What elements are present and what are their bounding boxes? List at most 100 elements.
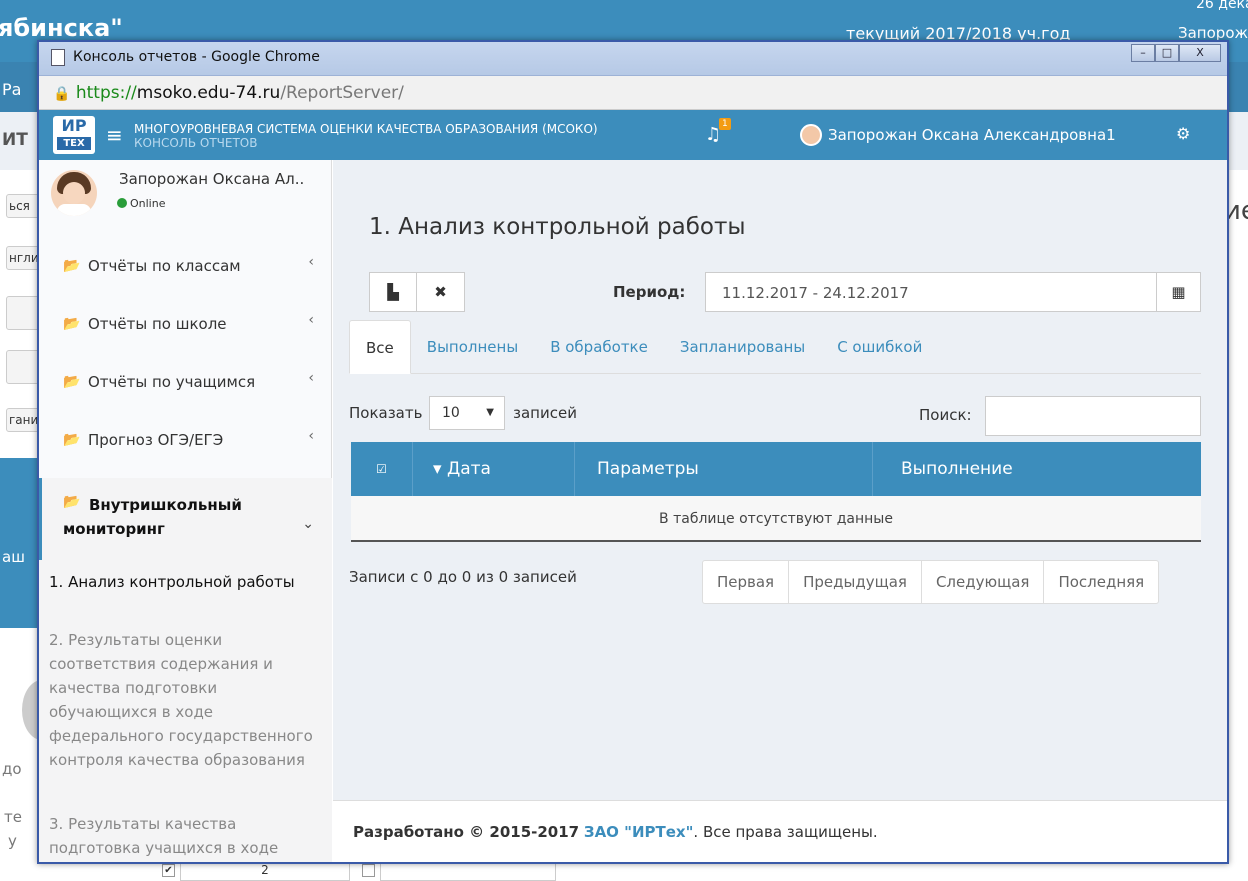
toolbar: ▙ ✖: [369, 272, 465, 312]
background-date: 26 дека: [1196, 0, 1248, 12]
folder-icon: 📂: [63, 374, 81, 390]
url-protocol: https://: [75, 83, 137, 103]
sidebar-item-label: Отчёты по учащимся: [88, 373, 256, 391]
window-titlebar[interactable]: Консоль отчетов - Google Chrome – □ X: [39, 42, 1227, 76]
sidebar-user-name: Запорожан Оксана Ал..: [119, 170, 305, 188]
chevron-left-icon: ‹: [308, 370, 314, 386]
background-field[interactable]: [380, 862, 556, 881]
pager-first-button[interactable]: Первая: [703, 561, 790, 603]
submenu-item-quality-results[interactable]: 3. Результаты качества подготовка учащих…: [49, 812, 319, 860]
background-field[interactable]: 2: [180, 862, 350, 881]
reports-table: ☑ ▾ Дата Параметры Выполнение В таблице …: [351, 442, 1201, 542]
background-site-title: ябинска": [0, 14, 123, 42]
sidebar-item-school-reports[interactable]: 📂 Отчёты по школе ‹: [39, 298, 332, 354]
user-panel: Запорожан Оксана Ал.. Online: [39, 160, 332, 240]
tab-error[interactable]: С ошибкой: [821, 320, 938, 374]
background-text: у: [8, 832, 17, 850]
footer: Разработано © 2015-2017 ЗАО "ИРТех". Все…: [333, 800, 1227, 862]
background-card: [0, 458, 40, 628]
table-info: Записи с 0 до 0 из 0 записей: [349, 568, 577, 586]
address-bar[interactable]: 🔒 https://msoko.edu-74.ru/ReportServer/: [39, 76, 1227, 110]
footer-text: Разработано © 2015-2017 ЗАО "ИРТех". Все…: [353, 823, 878, 841]
sidebar-item-label: Внутришкольный мониторинг: [63, 496, 242, 538]
header-avatar[interactable]: [800, 124, 822, 146]
window-title: Консоль отчетов - Google Chrome: [73, 49, 320, 65]
table-header: ☑ ▾ Дата Параметры Выполнение: [351, 442, 1201, 496]
folder-icon: 📂: [63, 316, 81, 332]
footer-rights: . Все права защищены.: [693, 823, 878, 841]
chevron-left-icon: ‹: [308, 312, 314, 328]
pager-last-button[interactable]: Последняя: [1044, 561, 1158, 603]
file-icon[interactable]: ▙: [369, 272, 417, 312]
app-title-main: МНОГОУРОВНЕВАЯ СИСТЕМА ОЦЕНКИ КАЧЕСТВА О…: [134, 122, 598, 136]
sidebar: Запорожан Оксана Ал.. Online 📂 Отчёты по…: [39, 160, 332, 862]
pager-next-button[interactable]: Следующая: [922, 561, 1045, 603]
close-button[interactable]: X: [1179, 44, 1221, 62]
background-checkbox[interactable]: ✔: [162, 864, 175, 877]
sidebar-item-class-reports[interactable]: 📂 Отчёты по классам ‹: [39, 240, 332, 296]
tab-completed[interactable]: Выполнены: [411, 320, 534, 374]
sidebar-item-label: Отчёты по классам: [88, 257, 241, 275]
search-input[interactable]: [985, 396, 1201, 436]
sidebar-item-label: Отчёты по школе: [88, 315, 227, 333]
page-title: 1. Анализ контрольной работы: [369, 214, 746, 240]
submenu-item-federal-control-results[interactable]: 2. Результаты оценки соответствия содерж…: [49, 628, 319, 772]
url-path: /ReportServer/: [280, 83, 404, 103]
header-user-name[interactable]: Запорожан Оксана Александровна1: [828, 126, 1116, 144]
pager-prev-button[interactable]: Предыдущая: [789, 561, 922, 603]
select-all-checkbox[interactable]: ☑: [351, 442, 413, 496]
hamburger-menu-icon[interactable]: ≡: [106, 123, 123, 147]
background-text: те: [4, 808, 22, 826]
close-icon[interactable]: ✖: [417, 272, 465, 312]
submenu-item-control-analysis[interactable]: 1. Анализ контрольной работы: [49, 570, 319, 594]
show-suffix: записей: [513, 404, 577, 422]
minimize-button[interactable]: –: [1131, 44, 1155, 62]
chrome-popup-window: Консоль отчетов - Google Chrome – □ X 🔒 …: [37, 40, 1229, 864]
app-header: ИР ТЕХ ≡ МНОГОУРОВНЕВАЯ СИСТЕМА ОЦЕНКИ К…: [39, 110, 1227, 160]
notification-badge: 1: [719, 118, 731, 130]
app-title-sub: КОНСОЛЬ ОТЧЕТОВ: [134, 136, 258, 150]
show-label: Показать: [349, 404, 423, 422]
search-label: Поиск:: [919, 406, 972, 424]
tab-processing[interactable]: В обработке: [534, 320, 664, 374]
page-size-value: 10: [442, 405, 460, 421]
caret-down-icon: ▼: [486, 407, 494, 418]
page-icon: [51, 49, 65, 66]
period-value: 11.12.2017 - 24.12.2017: [722, 284, 909, 302]
calendar-icon[interactable]: ▦: [1156, 273, 1200, 311]
pagination: Первая Предыдущая Следующая Последняя: [702, 560, 1160, 604]
footer-company-link[interactable]: ЗАО "ИРТех": [584, 823, 694, 841]
maximize-button[interactable]: □: [1155, 44, 1179, 62]
sidebar-item-internal-monitoring[interactable]: 📂 Внутришкольный мониторинг ⌄: [39, 478, 332, 560]
chevron-left-icon: ‹: [308, 254, 314, 270]
sort-icon: ▾: [433, 459, 447, 479]
logo-subtext: ТЕХ: [57, 137, 91, 150]
online-dot-icon: [117, 198, 127, 208]
avatar: [51, 170, 97, 216]
main-content: 1. Анализ контрольной работы ▙ ✖ Период:…: [333, 160, 1227, 800]
chevron-left-icon: ‹: [308, 428, 314, 444]
lock-icon: 🔒: [53, 86, 71, 102]
page-size-select[interactable]: 10 ▼: [429, 396, 505, 430]
gears-icon[interactable]: ⚙: [1176, 124, 1190, 143]
background-subheader-text: ИТ: [2, 130, 28, 150]
status-badge: Online: [117, 197, 165, 210]
background-checkbox[interactable]: [362, 864, 375, 877]
status-tabs: Все Выполнены В обработке Запланированы …: [349, 320, 1201, 374]
table-empty-row: В таблице отсутствуют данные: [351, 496, 1201, 542]
column-header-params[interactable]: Параметры: [575, 442, 873, 496]
period-input[interactable]: 11.12.2017 - 24.12.2017 ▦: [705, 272, 1201, 312]
background-nav-item[interactable]: Ра: [2, 80, 21, 99]
background-card-text: аш: [2, 548, 25, 566]
logo[interactable]: ИР ТЕХ: [53, 116, 95, 154]
column-header-date[interactable]: ▾ Дата: [413, 442, 575, 496]
sidebar-item-student-reports[interactable]: 📂 Отчёты по учащимся ‹: [39, 356, 332, 412]
tab-all[interactable]: Все: [349, 320, 411, 374]
chevron-down-icon: ⌄: [302, 516, 314, 532]
column-header-execution[interactable]: Выполнение: [873, 442, 1201, 496]
folder-icon: 📂: [63, 432, 81, 448]
tab-scheduled[interactable]: Запланированы: [664, 320, 821, 374]
period-label: Период:: [613, 283, 686, 301]
url-host: msoko.edu-74.ru: [136, 83, 281, 103]
sidebar-item-exam-forecast[interactable]: 📂 Прогноз ОГЭ/ЕГЭ ‹: [39, 414, 332, 470]
